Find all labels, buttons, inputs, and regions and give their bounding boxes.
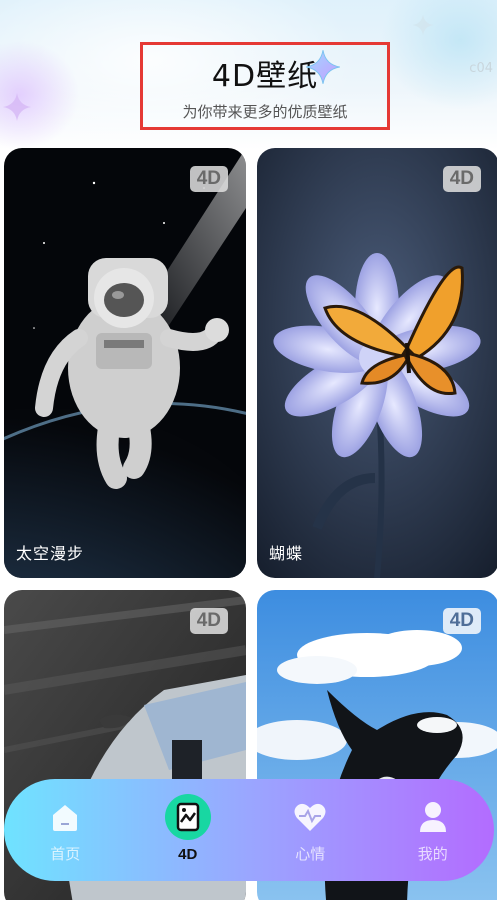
wallpaper-card-space-walk[interactable]: 4D 太空漫步 bbox=[4, 148, 246, 578]
nav-label: 首页 bbox=[50, 844, 81, 863]
sparkle-icon bbox=[3, 93, 31, 121]
nav-item-home[interactable]: 首页 bbox=[10, 779, 120, 881]
nav-item-mood[interactable]: 心情 bbox=[255, 779, 365, 881]
astronaut-image bbox=[4, 148, 246, 578]
butterfly-image bbox=[257, 148, 497, 578]
4d-badge: 4D bbox=[189, 166, 228, 192]
4d-badge: 4D bbox=[189, 608, 228, 634]
sparkle-icon bbox=[306, 50, 340, 84]
heart-pulse-icon bbox=[290, 797, 330, 837]
profile-icon bbox=[413, 797, 453, 837]
nav-item-4d[interactable]: 4D bbox=[133, 779, 243, 881]
nav-label: 4D bbox=[178, 845, 198, 863]
nav-item-profile[interactable]: 我的 bbox=[378, 779, 488, 881]
4d-badge: 4D bbox=[442, 608, 481, 634]
page-title: 4D壁纸 bbox=[211, 59, 319, 94]
card-title: 蝴蝶 bbox=[269, 544, 304, 563]
nav-label: 我的 bbox=[417, 844, 448, 863]
page-header: 4D壁纸 为你带来更多的优质壁纸 bbox=[140, 42, 390, 130]
corner-text: c04 bbox=[469, 61, 493, 76]
page-subtitle: 为你带来更多的优质壁纸 bbox=[182, 103, 348, 121]
wallpaper-icon bbox=[164, 793, 211, 840]
sparkle-icon bbox=[412, 14, 434, 36]
nav-label: 心情 bbox=[295, 844, 326, 863]
card-title: 太空漫步 bbox=[16, 544, 85, 563]
bottom-nav: 首页 4D 心情 我的 bbox=[4, 779, 494, 881]
4d-badge: 4D bbox=[442, 166, 481, 192]
home-icon bbox=[45, 797, 85, 837]
wallpaper-card-butterfly[interactable]: 4D 蝴蝶 bbox=[257, 148, 497, 578]
decor-glow bbox=[380, 0, 497, 110]
